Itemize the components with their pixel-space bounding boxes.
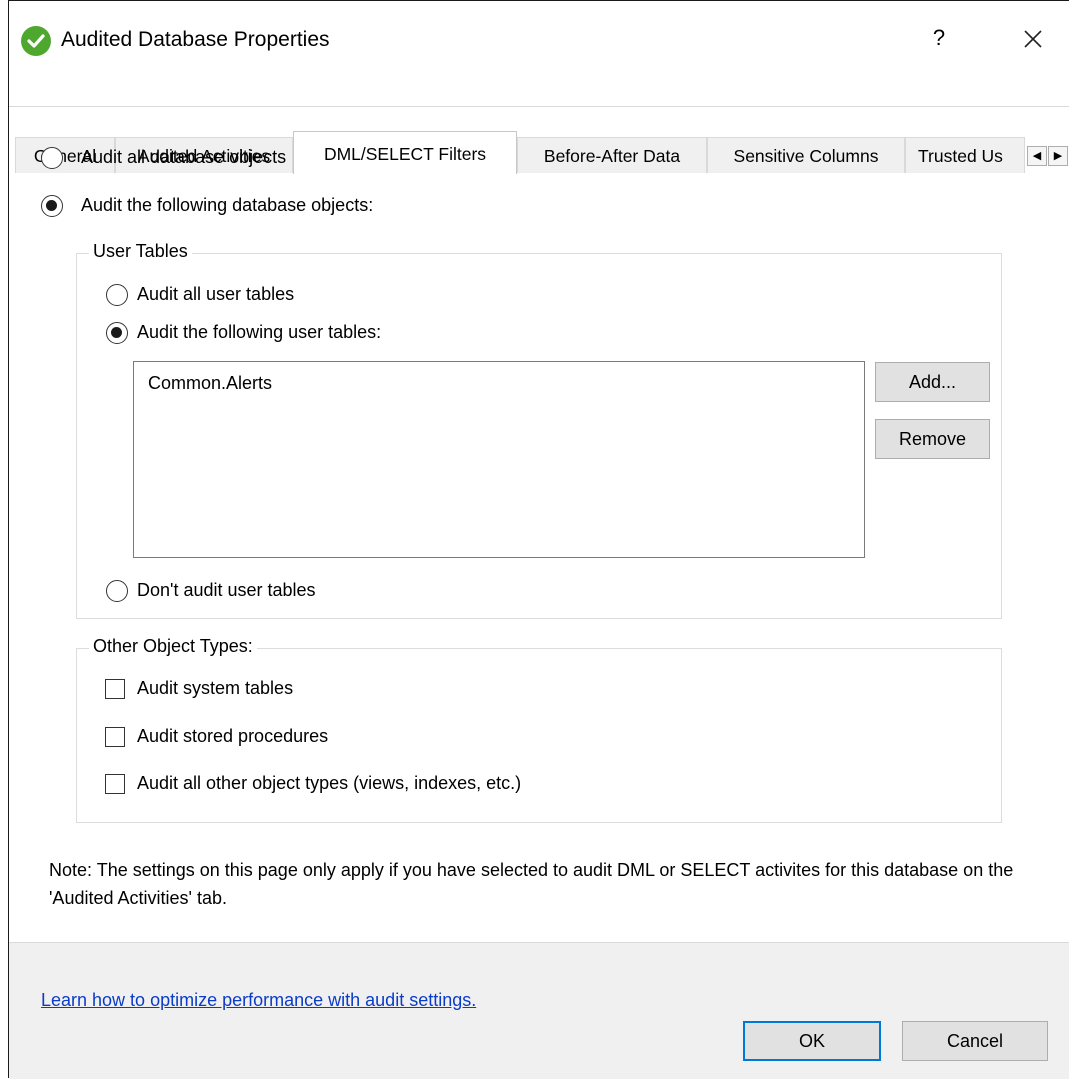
other-object-types-group-title: Other Object Types:: [89, 636, 257, 657]
audit-following-objects-radio[interactable]: [41, 195, 63, 217]
list-item[interactable]: Common.Alerts: [148, 373, 272, 394]
audit-all-objects-radio[interactable]: [41, 147, 63, 169]
dont-audit-user-tables-label[interactable]: Don't audit user tables: [137, 580, 316, 601]
audit-following-user-tables-label[interactable]: Audit the following user tables:: [137, 322, 381, 343]
audit-other-object-types-label[interactable]: Audit all other object types (views, ind…: [137, 773, 521, 794]
remove-table-button[interactable]: Remove: [875, 419, 990, 459]
tab-dml-select-filters[interactable]: DML/SELECT Filters: [293, 131, 517, 174]
tab-scroll-left-icon[interactable]: ◀: [1027, 146, 1047, 166]
audit-stored-procedures-checkbox[interactable]: [105, 727, 125, 747]
user-tables-group-title: User Tables: [89, 241, 192, 262]
settings-note: Note: The settings on this page only app…: [49, 860, 1014, 908]
ok-button[interactable]: OK: [743, 1021, 881, 1061]
audit-stored-procedures-label[interactable]: Audit stored procedures: [137, 726, 328, 747]
cancel-button[interactable]: Cancel: [902, 1021, 1048, 1061]
audit-following-objects-label[interactable]: Audit the following database objects:: [81, 195, 373, 216]
dialog-window: Audited Database Properties ? General Au…: [8, 0, 1069, 1079]
audit-all-objects-label[interactable]: Audit all database objects: [81, 147, 286, 168]
add-table-button[interactable]: Add...: [875, 362, 990, 402]
audit-system-tables-checkbox[interactable]: [105, 679, 125, 699]
optimize-performance-link[interactable]: Learn how to optimize performance with a…: [41, 990, 476, 1011]
audit-system-tables-label[interactable]: Audit system tables: [137, 678, 293, 699]
tab-scroll-right-icon[interactable]: ▶: [1048, 146, 1068, 166]
audit-following-user-tables-radio[interactable]: [106, 322, 128, 344]
tab-trusted-users[interactable]: Trusted Us: [905, 137, 1025, 173]
help-button[interactable]: ?: [924, 25, 954, 51]
audit-all-user-tables-label[interactable]: Audit all user tables: [137, 284, 294, 305]
window-title: Audited Database Properties: [61, 28, 330, 51]
dont-audit-user-tables-radio[interactable]: [106, 580, 128, 602]
audit-other-object-types-checkbox[interactable]: [105, 774, 125, 794]
user-tables-listbox[interactable]: Common.Alerts: [133, 361, 865, 558]
tab-baseline: [9, 106, 1069, 107]
tab-sensitive-columns[interactable]: Sensitive Columns: [707, 137, 905, 173]
tab-before-after-data[interactable]: Before-After Data: [517, 137, 707, 173]
close-icon[interactable]: [1017, 23, 1049, 55]
audit-all-user-tables-radio[interactable]: [106, 284, 128, 306]
tab-strip: General Audited Activities DML/SELECT Fi…: [9, 67, 1069, 174]
green-check-circle-icon: [21, 26, 51, 56]
title-bar: Audited Database Properties ?: [9, 1, 1069, 61]
